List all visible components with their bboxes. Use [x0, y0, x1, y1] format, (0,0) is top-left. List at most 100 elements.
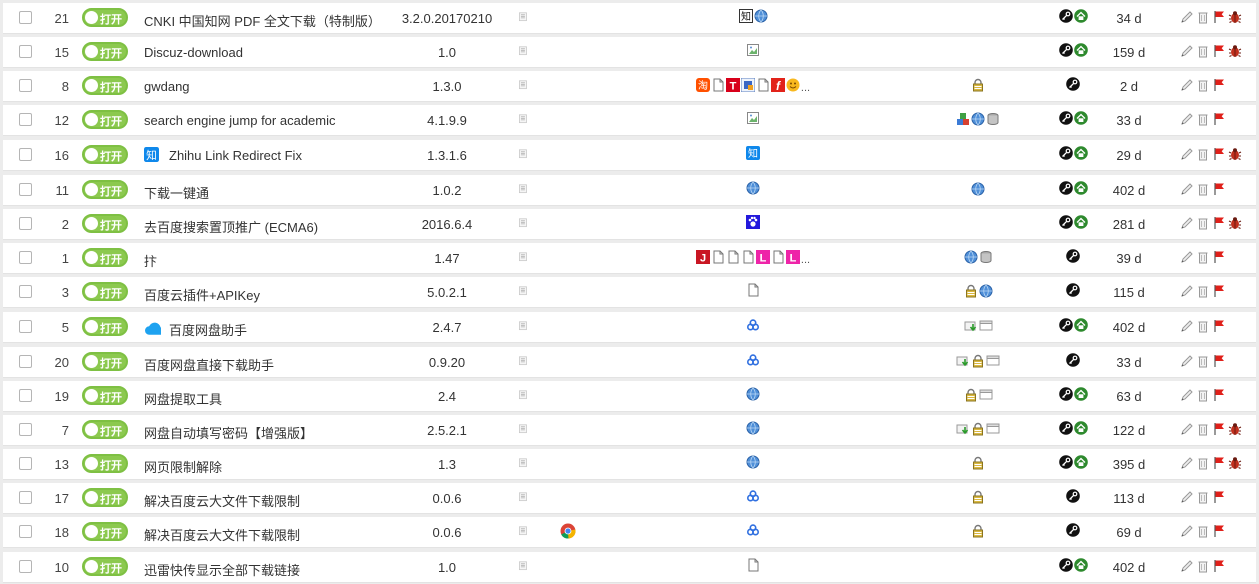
trash-icon[interactable]: [1196, 524, 1210, 538]
notes-icon[interactable]: [519, 286, 530, 297]
homepage-icon[interactable]: [1073, 181, 1088, 195]
trash-icon[interactable]: [1196, 112, 1210, 126]
notes-icon[interactable]: [519, 12, 530, 23]
select-checkbox[interactable]: [19, 11, 32, 24]
edit-icon[interactable]: [1180, 354, 1194, 368]
script-name-link[interactable]: Zhihu Link Redirect Fix: [169, 148, 302, 163]
report-flag-icon[interactable]: [1212, 456, 1226, 470]
report-flag-icon[interactable]: [1212, 490, 1226, 504]
script-name-link[interactable]: gwdang: [144, 79, 190, 94]
enable-toggle[interactable]: 打开: [82, 386, 128, 405]
notes-icon[interactable]: [519, 321, 530, 332]
notes-icon[interactable]: [519, 458, 530, 469]
select-checkbox[interactable]: [19, 45, 32, 58]
edit-icon[interactable]: [1180, 78, 1194, 92]
bug-report-icon[interactable]: [1228, 216, 1242, 230]
report-flag-icon[interactable]: [1212, 250, 1226, 264]
homepage-icon[interactable]: [1073, 421, 1088, 435]
key-icon[interactable]: [1058, 387, 1073, 401]
report-flag-icon[interactable]: [1212, 319, 1226, 333]
report-flag-icon[interactable]: [1212, 44, 1226, 58]
homepage-icon[interactable]: [1073, 111, 1088, 125]
edit-icon[interactable]: [1180, 490, 1194, 504]
notes-icon[interactable]: [519, 80, 530, 91]
edit-icon[interactable]: [1180, 147, 1194, 161]
enable-toggle[interactable]: 打开: [82, 557, 128, 576]
edit-icon[interactable]: [1180, 559, 1194, 573]
key-icon[interactable]: [1058, 181, 1073, 195]
edit-icon[interactable]: [1180, 216, 1194, 230]
homepage-icon[interactable]: [1073, 215, 1088, 229]
notes-icon[interactable]: [519, 492, 530, 503]
script-name-link[interactable]: 网页限制解除: [144, 457, 222, 476]
notes-icon[interactable]: [519, 218, 530, 229]
enable-toggle[interactable]: 打开: [82, 214, 128, 233]
trash-icon[interactable]: [1196, 216, 1210, 230]
trash-icon[interactable]: [1196, 456, 1210, 470]
enable-toggle[interactable]: 打开: [82, 282, 128, 301]
edit-icon[interactable]: [1180, 284, 1194, 298]
trash-icon[interactable]: [1196, 182, 1210, 196]
select-checkbox[interactable]: [19, 320, 32, 333]
trash-icon[interactable]: [1196, 559, 1210, 573]
notes-icon[interactable]: [519, 252, 530, 263]
select-checkbox[interactable]: [19, 491, 32, 504]
enable-toggle[interactable]: 打开: [82, 76, 128, 95]
enable-toggle[interactable]: 打开: [82, 248, 128, 267]
trash-icon[interactable]: [1196, 284, 1210, 298]
key-icon[interactable]: [1058, 111, 1073, 125]
select-checkbox[interactable]: [19, 183, 32, 196]
edit-icon[interactable]: [1180, 44, 1194, 58]
edit-icon[interactable]: [1180, 388, 1194, 402]
report-flag-icon[interactable]: [1212, 182, 1226, 196]
trash-icon[interactable]: [1196, 354, 1210, 368]
bug-report-icon[interactable]: [1228, 44, 1242, 58]
edit-icon[interactable]: [1180, 182, 1194, 196]
script-name-link[interactable]: 百度云插件+APIKey: [144, 285, 260, 304]
bug-report-icon[interactable]: [1228, 10, 1242, 24]
edit-icon[interactable]: [1180, 250, 1194, 264]
report-flag-icon[interactable]: [1212, 147, 1226, 161]
report-flag-icon[interactable]: [1212, 78, 1226, 92]
homepage-icon[interactable]: [1073, 43, 1088, 57]
report-flag-icon[interactable]: [1212, 354, 1226, 368]
select-checkbox[interactable]: [19, 457, 32, 470]
edit-icon[interactable]: [1180, 456, 1194, 470]
key-icon[interactable]: [1058, 215, 1073, 229]
select-checkbox[interactable]: [19, 560, 32, 573]
script-name-link[interactable]: CNKI 中国知网 PDF 全文下载（特制版）: [144, 11, 381, 30]
script-name-link[interactable]: 网盘提取工具: [144, 389, 222, 408]
enable-toggle[interactable]: 打开: [82, 145, 128, 164]
report-flag-icon[interactable]: [1212, 524, 1226, 538]
edit-icon[interactable]: [1180, 10, 1194, 24]
report-flag-icon[interactable]: [1212, 216, 1226, 230]
notes-icon[interactable]: [519, 184, 530, 195]
trash-icon[interactable]: [1196, 147, 1210, 161]
notes-icon[interactable]: [519, 561, 530, 572]
select-checkbox[interactable]: [19, 285, 32, 298]
key-icon[interactable]: [1058, 558, 1073, 572]
script-name-link[interactable]: 迅雷快传显示全部下载链接: [144, 560, 300, 579]
key-icon[interactable]: [1058, 421, 1073, 435]
report-flag-icon[interactable]: [1212, 10, 1226, 24]
trash-icon[interactable]: [1196, 388, 1210, 402]
enable-toggle[interactable]: 打开: [82, 352, 128, 371]
enable-toggle[interactable]: 打开: [82, 42, 128, 61]
enable-toggle[interactable]: 打开: [82, 317, 128, 336]
select-checkbox[interactable]: [19, 79, 32, 92]
script-name-link[interactable]: 抃: [144, 251, 157, 270]
key-icon[interactable]: [1066, 489, 1080, 503]
script-name-link[interactable]: 下载一键通: [144, 183, 209, 202]
script-name-link[interactable]: Discuz-download: [144, 45, 243, 60]
enable-toggle[interactable]: 打开: [82, 454, 128, 473]
report-flag-icon[interactable]: [1212, 388, 1226, 402]
report-flag-icon[interactable]: [1212, 559, 1226, 573]
homepage-icon[interactable]: [1073, 387, 1088, 401]
notes-icon[interactable]: [519, 424, 530, 435]
notes-icon[interactable]: [519, 390, 530, 401]
select-checkbox[interactable]: [19, 355, 32, 368]
select-checkbox[interactable]: [19, 389, 32, 402]
script-name-link[interactable]: 解决百度云大文件下载限制: [144, 491, 300, 510]
homepage-icon[interactable]: [1073, 558, 1088, 572]
key-icon[interactable]: [1058, 455, 1073, 469]
